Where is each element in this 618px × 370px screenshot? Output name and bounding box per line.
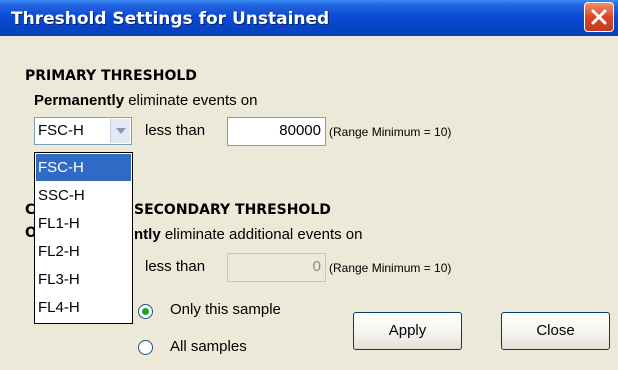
secondary-threshold-heading: SECONDARY THRESHOLD <box>134 202 331 218</box>
primary-description-rest: eliminate events on <box>124 92 258 109</box>
dropdown-option-fl1-h[interactable]: FL1-H <box>36 210 131 237</box>
primary-description-bold: Permanently <box>34 92 125 109</box>
all-samples-label[interactable]: All samples <box>170 338 247 355</box>
primary-threshold-value: 80000 <box>279 122 321 139</box>
close-window-button[interactable] <box>584 2 614 32</box>
primary-comparator-label: less than <box>145 122 206 139</box>
parameter-dropdown-list: FSC-H SSC-H FL1-H FL2-H FL3-H FL4-H <box>34 152 133 324</box>
secondary-threshold-input[interactable]: 0 <box>227 253 326 282</box>
title-bar[interactable]: Threshold Settings for Unstained <box>0 0 618 36</box>
apply-button[interactable]: Apply <box>353 312 462 350</box>
only-this-sample-label[interactable]: Only this sample <box>170 301 281 318</box>
dropdown-option-ssc-h[interactable]: SSC-H <box>36 182 131 209</box>
dropdown-option-fl4-h[interactable]: FL4-H <box>36 294 131 321</box>
primary-description: Permanently eliminate events on <box>34 92 257 109</box>
secondary-threshold-value: 0 <box>312 258 321 275</box>
dropdown-option-fl3-h[interactable]: FL3-H <box>36 266 131 293</box>
secondary-description: ntly eliminate additional events on <box>134 226 362 243</box>
dropdown-option-fsc-h[interactable]: FSC-H <box>36 154 131 181</box>
secondary-comparator-label: less than <box>145 258 206 275</box>
close-button[interactable]: Close <box>501 312 610 350</box>
primary-parameter-value: FSC-H <box>38 122 84 139</box>
primary-parameter-select[interactable]: FSC-H <box>34 117 132 145</box>
primary-range-note: (Range Minimum = 10) <box>329 125 452 139</box>
secondary-range-note: (Range Minimum = 10) <box>329 261 452 275</box>
secondary-description-rest: eliminate additional events on <box>160 226 363 243</box>
only-this-sample-radio[interactable] <box>138 304 153 319</box>
threshold-settings-dialog: Threshold Settings for Unstained PRIMARY… <box>0 0 618 370</box>
primary-parameter-dropdown-button[interactable] <box>110 119 130 143</box>
dropdown-option-fl2-h[interactable]: FL2-H <box>36 238 131 265</box>
radio-selected-dot <box>142 308 149 315</box>
window-title: Threshold Settings for Unstained <box>11 9 330 29</box>
close-x-icon <box>591 9 607 25</box>
primary-threshold-heading: PRIMARY THRESHOLD <box>25 68 197 84</box>
primary-threshold-input[interactable]: 80000 <box>227 117 326 146</box>
all-samples-radio[interactable] <box>138 340 153 355</box>
chevron-down-icon <box>116 128 126 134</box>
secondary-description-bold: ntly <box>134 226 161 243</box>
